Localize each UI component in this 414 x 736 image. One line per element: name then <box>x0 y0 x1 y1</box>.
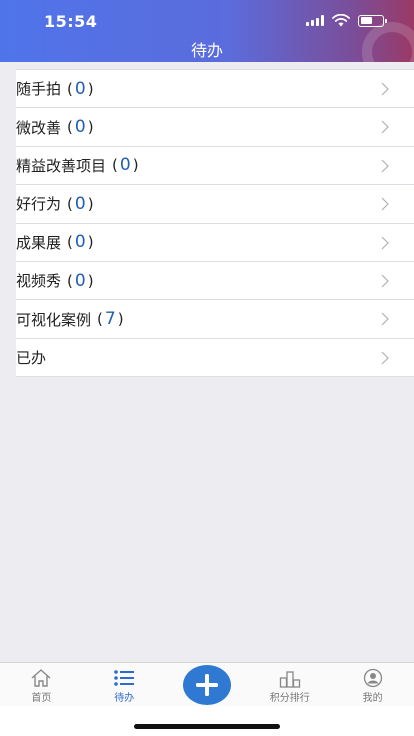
list-item-count: (0) <box>67 78 94 99</box>
user-icon <box>363 668 382 688</box>
list-item-count: (0) <box>112 155 139 176</box>
tab-mine-label: 我的 <box>362 693 383 704</box>
list-item-label: 随手拍 <box>16 80 62 99</box>
tab-todo[interactable]: 待办 <box>83 663 166 706</box>
add-button[interactable] <box>182 665 231 705</box>
chevron-right-icon <box>381 197 389 211</box>
list-icon <box>114 670 135 686</box>
list-item-count: (0) <box>67 270 94 291</box>
battery-icon <box>358 14 387 27</box>
list-item-count: (0) <box>67 193 94 214</box>
tab-ranking[interactable]: 积分排行 <box>248 663 331 706</box>
chevron-right-icon <box>381 120 389 134</box>
tab-ranking-label: 积分排行 <box>269 693 310 704</box>
list-item-count: (0) <box>67 232 94 253</box>
list-item-count: (7) <box>97 309 124 330</box>
list-item-label: 精益改善项目 <box>16 156 107 175</box>
tab-bar: 首页 待办 积分排行 我的 <box>0 662 414 706</box>
tab-home[interactable]: 首页 <box>0 663 83 706</box>
chevron-right-icon <box>381 82 389 96</box>
list-item-count: (0) <box>67 117 94 138</box>
app-header: 15:54 待办 <box>0 0 414 62</box>
chevron-right-icon <box>381 351 389 365</box>
tab-todo-label: 待办 <box>114 693 135 704</box>
list-item-achievements[interactable]: 成果展 (0) <box>16 224 414 262</box>
todo-list: 随手拍 (0) 微改善 (0) 精益改善项目 (0) 好行为 (0) 成果展 (… <box>16 69 414 378</box>
list-item-good-behavior[interactable]: 好行为 (0) <box>16 185 414 224</box>
home-indicator[interactable] <box>134 724 280 729</box>
page-title: 待办 <box>190 41 223 60</box>
tab-mine[interactable]: 我的 <box>331 663 414 706</box>
list-item-label: 成果展 <box>16 233 62 252</box>
chevron-right-icon <box>381 312 389 326</box>
list-item-video-show[interactable]: 视频秀 (0) <box>16 262 414 301</box>
wifi-icon <box>332 14 350 27</box>
chevron-right-icon <box>381 159 389 173</box>
list-item-label: 微改善 <box>16 118 62 137</box>
plus-icon <box>195 674 218 696</box>
list-item-label: 视频秀 <box>16 272 62 291</box>
list-item-done[interactable]: 已办 <box>16 339 414 378</box>
podium-icon <box>279 671 300 688</box>
home-indicator-area <box>0 706 414 736</box>
chevron-right-icon <box>381 274 389 288</box>
list-item-weigaishan[interactable]: 微改善 (0) <box>16 108 414 147</box>
list-item-visual-cases[interactable]: 可视化案例 (7) <box>16 300 414 339</box>
home-icon <box>31 669 51 687</box>
tab-home-label: 首页 <box>31 693 52 704</box>
list-item-label: 可视化案例 <box>16 310 92 329</box>
add-button-wrap <box>166 663 249 706</box>
list-item-suishoupai[interactable]: 随手拍 (0) <box>16 70 414 109</box>
chevron-right-icon <box>381 236 389 249</box>
list-item-lean-project[interactable]: 精益改善项目 (0) <box>16 147 414 186</box>
list-item-label: 已办 <box>16 348 47 367</box>
cellular-signal-icon <box>306 15 324 26</box>
list-item-label: 好行为 <box>16 195 62 214</box>
status-icons <box>306 14 387 27</box>
status-time: 15:54 <box>44 12 98 31</box>
